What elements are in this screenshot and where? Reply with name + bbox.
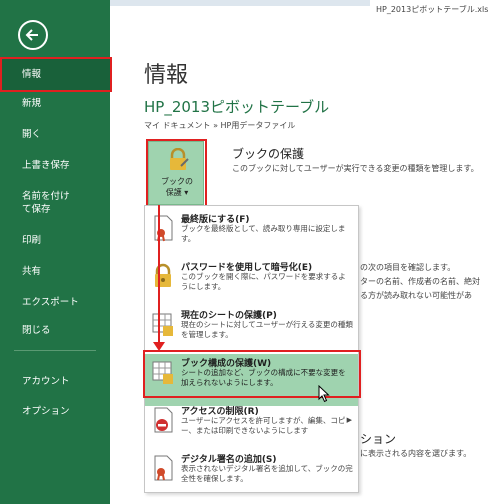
sidebar-item-label: アカウント [22, 376, 70, 387]
digital-signature-icon [154, 455, 173, 481]
sidebar-item-save[interactable]: 上書き保存 [0, 159, 110, 172]
menu-item-description: ブックを最終版として、読み取り専用に設定します。 [181, 224, 346, 243]
window-title: HP_2013ピボットテーブル.xlsx [376, 5, 488, 14]
menu-item-restrict-access[interactable]: アクセスの制限(R) ユーザーにアクセスを許可しますが、編集、コピー、または印刷… [145, 402, 358, 454]
inspect-description-2: ターの名前、作成者の名前、絶対 [360, 277, 480, 286]
browser-description: に表示される内容を選びます。 [360, 449, 472, 458]
sidebar-item-label: 印刷 [22, 235, 42, 246]
browser-heading: ション [360, 432, 397, 446]
sidebar-item-close[interactable]: 閉じる [0, 324, 110, 337]
sidebar-item-label: エクスポート [22, 297, 79, 308]
sidebar-item-export[interactable]: エクスポート [0, 296, 110, 309]
document-ribbon-icon [154, 215, 173, 242]
protect-heading: ブックの保護 [232, 147, 305, 161]
sidebar-item-label: 上書き保存 [22, 160, 70, 171]
sidebar-item-options[interactable]: オプション [0, 405, 110, 418]
lock-key-icon [155, 263, 171, 287]
sidebar-item-label: オプション [22, 406, 70, 417]
sidebar-item-share[interactable]: 共有 [0, 265, 110, 278]
sidebar-item-account[interactable]: アカウント [0, 375, 110, 388]
title-bar-background [110, 0, 370, 6]
menu-item-description: 表示されないデジタル署名を追加して、ブックの完全性を確保します。 [181, 464, 353, 483]
menu-item-mark-final[interactable]: 最終版にする(F) ブックを最終版として、読み取り専用に設定します。 [145, 210, 358, 262]
sidebar-item-label: 名前を付けて保存 [22, 191, 70, 215]
menu-item-encrypt-password[interactable]: パスワードを使用して暗号化(E) このブックを開く際に、パスワードを要求するよう… [145, 258, 358, 310]
inspect-description-3: る方が読み取れない可能性があ [360, 291, 472, 300]
inspect-description-1: の次の項目を確認します。 [360, 263, 456, 272]
sidebar-item-new[interactable]: 新規 [0, 97, 110, 110]
menu-item-add-signature[interactable]: デジタル署名の追加(S) 表示されないデジタル署名を追加して、ブックの完全性を確… [145, 450, 358, 502]
mouse-cursor-icon [318, 385, 330, 403]
sidebar-item-label: 共有 [22, 266, 42, 277]
callout-arrow-line [158, 205, 160, 345]
document-title: HP_2013ピボットテーブル [144, 98, 330, 116]
restrict-access-icon [154, 407, 173, 433]
protect-description: このブックに対してユーザーが実行できる変更の種類を管理します。 [232, 164, 479, 173]
back-arrow-icon [25, 29, 38, 41]
sidebar-item-print[interactable]: 印刷 [0, 234, 110, 247]
back-button[interactable] [18, 20, 48, 50]
callout-box-protect [146, 139, 207, 207]
sidebar-divider [14, 350, 96, 351]
protect-workbook-menu: 最終版にする(F) ブックを最終版として、読み取り専用に設定します。 パスワード… [144, 205, 359, 493]
menu-item-description: このブックを開く際に、パスワードを要求するようにします。 [181, 272, 346, 291]
sidebar-item-label: 閉じる [22, 325, 51, 336]
breadcrumb: マイ ドキュメント » HP用データファイル [144, 121, 296, 130]
menu-item-description: 現在のシートに対してユーザーが行える変更の種類を管理します。 [181, 320, 353, 339]
sidebar-item-label: 新規 [22, 98, 42, 109]
submenu-arrow-icon: ▶ [346, 416, 352, 424]
sidebar-item-label: 開く [22, 129, 42, 140]
callout-arrow-head [153, 342, 165, 351]
callout-box-info [0, 57, 112, 92]
sidebar-item-save-as[interactable]: 名前を付けて保存 [0, 190, 78, 216]
menu-item-description: ユーザーにアクセスを許可しますが、編集、コピー、または印刷できないようにします [181, 416, 346, 435]
sheet-lock-icon [152, 313, 173, 336]
sidebar-item-open[interactable]: 開く [0, 128, 110, 141]
page-title: 情報 [144, 63, 189, 88]
